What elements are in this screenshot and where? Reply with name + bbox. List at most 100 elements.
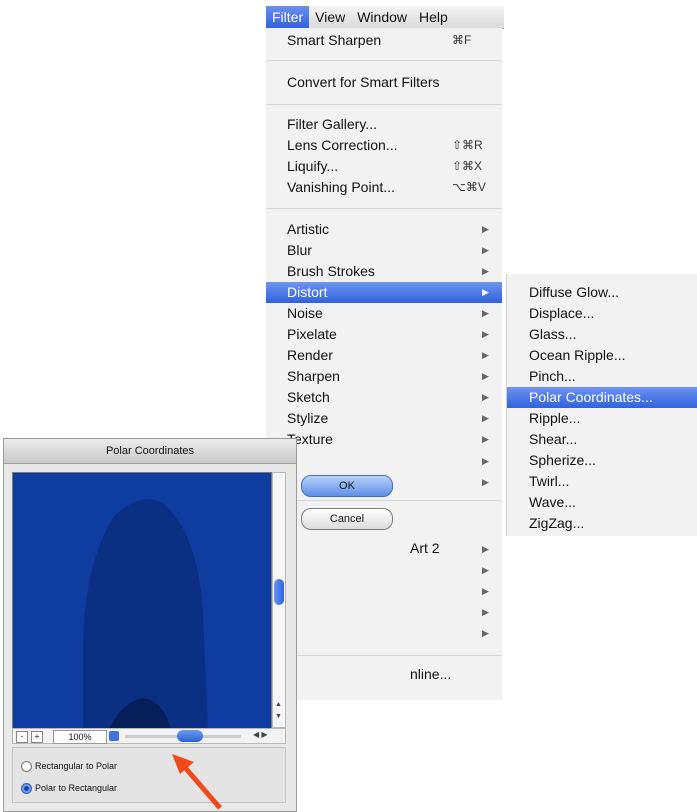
submenu-item-ocean-ripple[interactable]: Ocean Ripple... <box>507 345 697 366</box>
submenu-item-displace[interactable]: Displace... <box>507 303 697 324</box>
menu-bar: Filter View Window Help <box>266 6 504 29</box>
submenu-arrow-icon: ▶ <box>482 413 489 423</box>
menu-item-label: Smart Sharpen <box>287 32 382 48</box>
shortcut-label: ⌥⌘V <box>452 180 486 194</box>
submenu-item-diffuse-glow[interactable]: Diffuse Glow... <box>507 282 697 303</box>
menu-item-vanishing-point[interactable]: Vanishing Point... ⌥⌘V <box>266 177 502 198</box>
submenu-arrow-icon: ▶ <box>482 266 489 276</box>
menu-item-label: Artistic <box>287 221 329 237</box>
submenu-arrow-icon: ▶ <box>482 329 489 339</box>
preview-vertical-scrollbar[interactable]: ▲ ▼ <box>272 472 286 728</box>
submenu-arrow-icon: ▶ <box>482 224 489 234</box>
annotation-arrow-icon <box>172 754 222 810</box>
radio-button[interactable] <box>21 761 32 772</box>
menu-item-texture[interactable]: Texture ▶ <box>266 429 502 450</box>
menu-item-convert-smart-filters[interactable]: Convert for Smart Filters <box>266 72 502 93</box>
menu-item-noise[interactable]: Noise ▶ <box>266 303 502 324</box>
distort-submenu: Diffuse Glow... Displace... Glass... Oce… <box>506 274 697 536</box>
filter-preview-image[interactable] <box>12 472 272 730</box>
menu-item-label: Lens Correction... <box>287 137 398 153</box>
submenu-item-twirl[interactable]: Twirl... <box>507 471 697 492</box>
radio-button[interactable] <box>21 783 32 794</box>
submenu-arrow-icon: ▶ <box>482 287 489 297</box>
menu-item-brush-strokes[interactable]: Brush Strokes ▶ <box>266 261 502 282</box>
zoom-level[interactable]: 100% <box>53 730 107 744</box>
menu-item-label: Filter Gallery... <box>287 116 377 132</box>
menu-item-distort[interactable]: Distort ▶ <box>266 282 502 303</box>
submenu-item-label: Displace... <box>529 305 595 321</box>
submenu-item-label: Pinch... <box>529 368 576 384</box>
cancel-button[interactable]: Cancel <box>301 508 393 530</box>
submenu-arrow-icon: ▶ <box>482 371 489 381</box>
submenu-item-label: Ripple... <box>529 410 581 426</box>
submenu-item-label: Shear... <box>529 431 578 447</box>
submenu-item-zigzag[interactable]: ZigZag... <box>507 513 697 534</box>
submenu-item-label: Diffuse Glow... <box>529 284 620 300</box>
menu-separator <box>266 655 502 656</box>
menu-view[interactable]: View <box>309 6 351 28</box>
submenu-arrow-icon: ▶ <box>482 456 489 466</box>
zoom-out-button[interactable]: - <box>16 731 28 743</box>
menu-item-lens-correction[interactable]: Lens Correction... ⇧⌘R <box>266 135 502 156</box>
menu-window[interactable]: Window <box>351 6 413 28</box>
submenu-arrow-icon: ▶ <box>482 477 489 487</box>
submenu-arrow-icon: ▶ <box>482 628 489 638</box>
submenu-item-label: Polar Coordinates... <box>529 389 653 405</box>
menu-item-artistic[interactable]: Artistic ▶ <box>266 219 502 240</box>
submenu-item-label: ZigZag... <box>529 515 585 531</box>
menu-item-fragment-art2[interactable]: Art 2 <box>410 540 440 556</box>
menu-item-filter-gallery[interactable]: Filter Gallery... <box>266 114 502 135</box>
menu-separator <box>266 60 502 61</box>
submenu-arrow-icon: ▶ <box>482 434 489 444</box>
menu-item-blur[interactable]: Blur ▶ <box>266 240 502 261</box>
scroll-up-icon[interactable]: ▲ <box>275 701 282 708</box>
submenu-item-label: Ocean Ripple... <box>529 347 626 363</box>
submenu-item-label: Glass... <box>529 326 577 342</box>
menu-separator <box>266 500 502 501</box>
menu-item-label: Noise <box>287 305 323 321</box>
menu-item-smart-sharpen[interactable]: Smart Sharpen ⌘F <box>266 30 502 51</box>
scroll-left-right-icon[interactable]: ◀ ▶ <box>253 730 268 739</box>
scroll-down-icon[interactable]: ▼ <box>275 713 282 720</box>
submenu-arrow-icon: ▶ <box>482 350 489 360</box>
polar-coordinates-dialog: Polar Coordinates ▲ ▼ - + 100% ◀ ▶ Recta… <box>3 438 297 812</box>
menu-item-pixelate[interactable]: Pixelate ▶ <box>266 324 502 345</box>
shortcut-label: ⇧⌘X <box>452 159 483 173</box>
menu-item-liquify[interactable]: Liquify... ⇧⌘X <box>266 156 502 177</box>
submenu-item-spherize[interactable]: Spherize... <box>507 450 697 471</box>
submenu-item-polar-coordinates[interactable]: Polar Coordinates... <box>507 387 697 408</box>
menu-item-sketch[interactable]: Sketch ▶ <box>266 387 502 408</box>
submenu-arrow-icon: ▶ <box>482 245 489 255</box>
submenu-item-glass[interactable]: Glass... <box>507 324 697 345</box>
ok-button[interactable]: OK <box>301 475 393 497</box>
menu-item-label: Brush Strokes <box>287 263 375 279</box>
menu-item-label: Vanishing Point... <box>287 179 395 195</box>
zoom-bar: - + 100% ◀ ▶ <box>12 728 286 744</box>
menu-item-fragment-online[interactable]: nline... <box>410 666 451 682</box>
submenu-arrow-icon: ▶ <box>482 392 489 402</box>
menu-item-stylize[interactable]: Stylize ▶ <box>266 408 502 429</box>
submenu-arrow-icon: ▶ <box>482 544 489 554</box>
menu-item-render[interactable]: Render ▶ <box>266 345 502 366</box>
menu-item-label: Stylize <box>287 410 329 426</box>
zoom-dropdown-icon[interactable] <box>109 731 119 741</box>
conversion-options-group: Rectangular to Polar Polar to Rectangula… <box>12 747 286 803</box>
menu-item-sharpen[interactable]: Sharpen ▶ <box>266 366 502 387</box>
submenu-item-label: Twirl... <box>529 473 570 489</box>
scroll-thumb[interactable] <box>274 579 284 605</box>
submenu-item-label: Wave... <box>529 494 576 510</box>
horizontal-scroll-thumb[interactable] <box>177 730 203 742</box>
submenu-item-shear[interactable]: Shear... <box>507 429 697 450</box>
menu-filter[interactable]: Filter <box>266 6 310 28</box>
menu-item-label: Distort <box>287 284 328 300</box>
menu-item-label: Pixelate <box>287 326 337 342</box>
zoom-in-button[interactable]: + <box>31 731 43 743</box>
submenu-arrow-icon: ▶ <box>482 308 489 318</box>
submenu-arrow-icon: ▶ <box>482 607 489 617</box>
menu-item-label: Sketch <box>287 389 330 405</box>
submenu-item-pinch[interactable]: Pinch... <box>507 366 697 387</box>
submenu-item-wave[interactable]: Wave... <box>507 492 697 513</box>
submenu-item-ripple[interactable]: Ripple... <box>507 408 697 429</box>
submenu-arrow-icon: ▶ <box>482 586 489 596</box>
menu-help[interactable]: Help <box>413 6 454 28</box>
